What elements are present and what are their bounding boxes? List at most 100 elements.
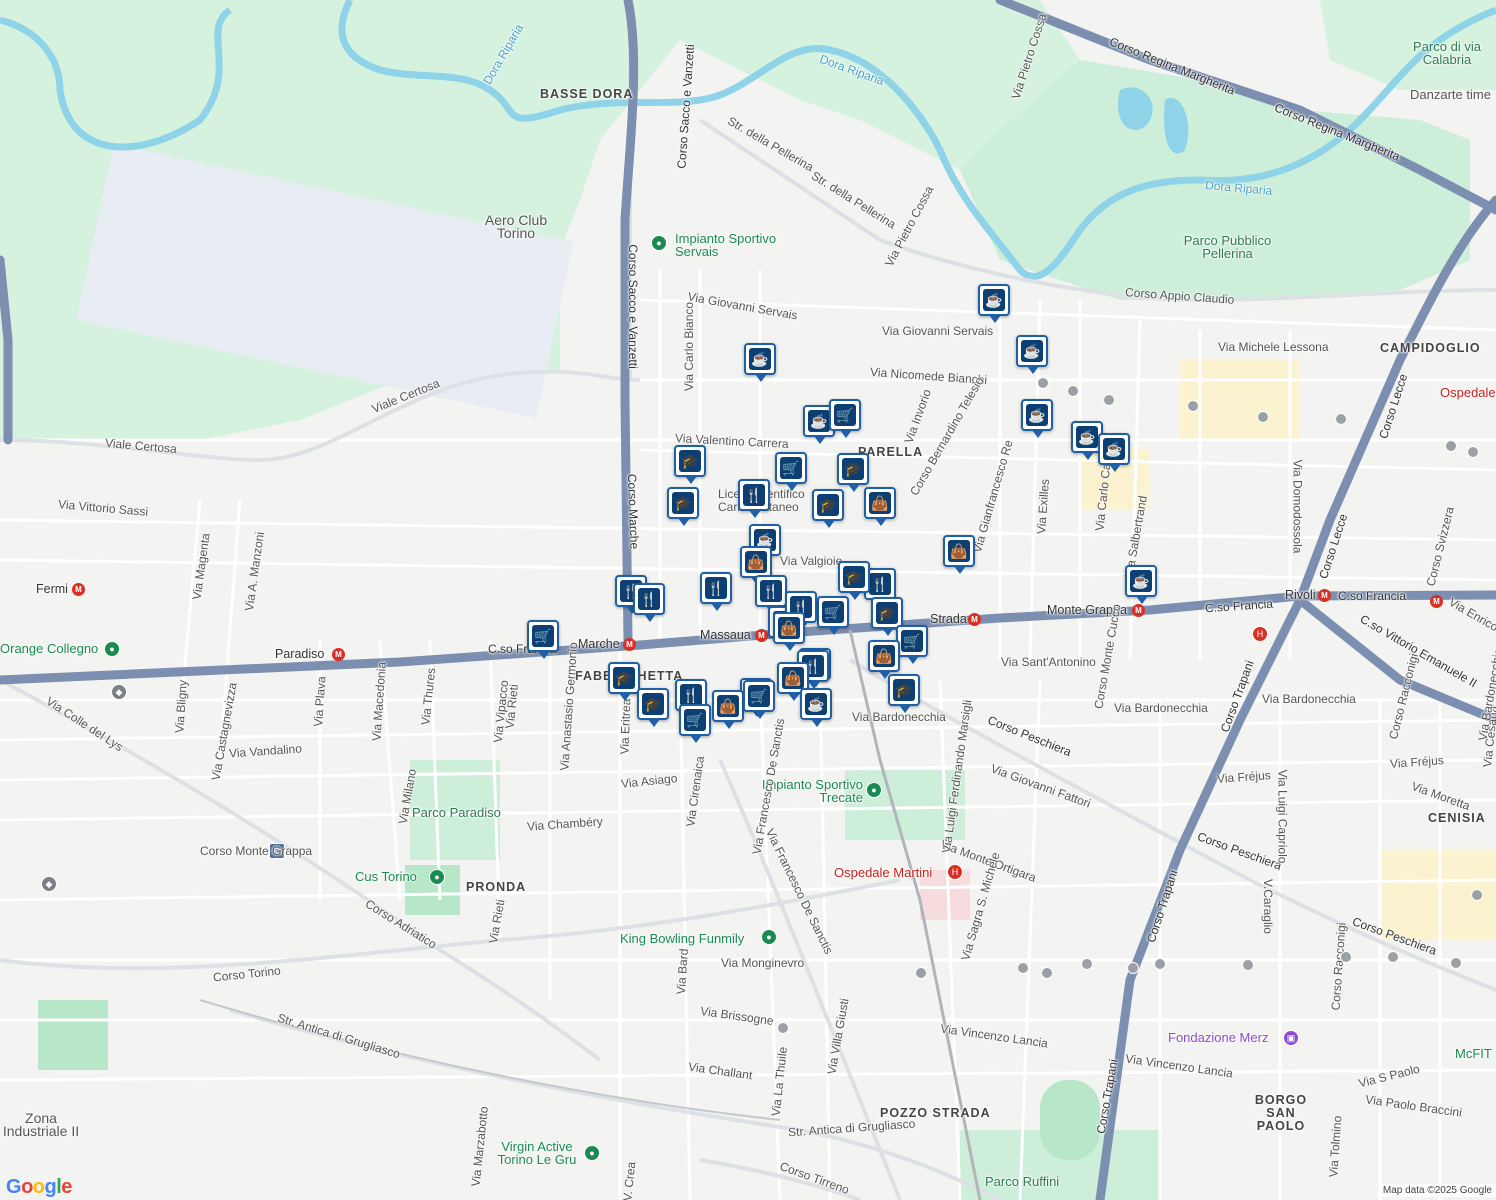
shop-marker[interactable]: 👜	[943, 535, 975, 574]
street-label: Via Domodossola	[1290, 459, 1305, 554]
shopping-cart-icon: 🛒	[834, 404, 856, 426]
metro-icon[interactable]: M	[1318, 589, 1331, 602]
school-icon[interactable]: ◆	[41, 876, 57, 892]
place-pin-icon[interactable]	[1257, 411, 1269, 423]
restaurant-marker[interactable]: 🍴	[738, 479, 770, 518]
school-marker[interactable]: 🎓	[674, 445, 706, 484]
school-marker[interactable]: 🎓	[667, 487, 699, 526]
place-pin-icon[interactable]	[1445, 440, 1457, 452]
metro-icon[interactable]: M	[1430, 595, 1443, 608]
metro-label: Fermi	[36, 582, 68, 596]
shop-marker[interactable]: 👜	[868, 640, 900, 679]
shop-marker[interactable]: 👜	[740, 546, 772, 585]
coffee-cup-icon: ☕	[805, 693, 827, 715]
grocery-marker[interactable]: 🛒	[527, 620, 559, 659]
place-pin-icon[interactable]	[1017, 962, 1029, 974]
place-pin-icon[interactable]	[1154, 958, 1166, 970]
poi-label: Virgin Active Torino Le Gru	[497, 1139, 577, 1167]
cafe-marker[interactable]: ☕	[978, 284, 1010, 323]
coffee-cup-icon: ☕	[983, 289, 1005, 311]
place-pin-icon[interactable]	[1127, 962, 1139, 974]
fork-knife-icon: 🍴	[760, 580, 782, 602]
shop-marker[interactable]: 👜	[712, 690, 744, 729]
school-marker[interactable]: 🎓	[812, 489, 844, 528]
place-pin-icon[interactable]	[1467, 446, 1479, 458]
hospital-icon[interactable]: H	[947, 864, 963, 880]
sports-icon[interactable]: ●	[429, 869, 445, 885]
place-pin-icon[interactable]	[1041, 967, 1053, 979]
street-label: Via Giovanni Servais	[882, 324, 994, 338]
place-pin-icon[interactable]	[1471, 889, 1483, 901]
metro-icon[interactable]: M	[1132, 604, 1145, 617]
shopping-bag-icon: 👜	[869, 492, 891, 514]
fork-knife-icon: 🍴	[638, 588, 660, 610]
cafe-marker[interactable]: ☕	[800, 688, 832, 727]
place-pin-icon[interactable]	[1450, 957, 1462, 969]
metro-icon[interactable]: M	[968, 613, 981, 626]
metro-label: Rivoli	[1285, 588, 1316, 602]
sports-icon[interactable]: ●	[866, 782, 882, 798]
coffee-cup-icon: ☕	[749, 348, 771, 370]
place-pin-icon[interactable]	[1103, 394, 1115, 406]
cafe-marker[interactable]: ☕	[1125, 565, 1157, 604]
shopping-cart-icon: 🛒	[780, 457, 802, 479]
street-label: Corso Sacco e Vanzetti	[625, 244, 640, 369]
school-marker[interactable]: 🎓	[637, 688, 669, 727]
grocery-marker[interactable]: 🛒	[775, 452, 807, 491]
place-pin-icon[interactable]	[777, 1022, 789, 1034]
shop-marker[interactable]: 👜	[773, 612, 805, 651]
bowling-icon[interactable]: ●	[761, 929, 777, 945]
fork-knife-icon: 🍴	[680, 684, 702, 706]
grocery-marker[interactable]: 🛒	[817, 596, 849, 635]
street-label: C.so Francia	[1338, 589, 1407, 603]
grocery-marker[interactable]: 🛒	[896, 625, 928, 664]
restaurant-marker[interactable]: 🍴	[633, 583, 665, 622]
school-marker[interactable]: 🎓	[838, 561, 870, 600]
fork-knife-icon: 🍴	[743, 484, 765, 506]
place-pin-icon[interactable]	[1081, 958, 1093, 970]
place-pin-icon[interactable]	[1187, 400, 1199, 412]
gym-icon[interactable]: ●	[584, 1145, 600, 1161]
school-marker[interactable]: 🎓	[608, 662, 640, 701]
grocery-marker[interactable]: 🛒	[679, 704, 711, 743]
sports-icon[interactable]: ●	[651, 235, 667, 251]
street-label: Via Michele Lessona	[1218, 340, 1329, 354]
graduation-cap-icon: 🎓	[613, 667, 635, 689]
zona-green	[38, 1000, 108, 1070]
cafe-marker[interactable]: ☕	[744, 343, 776, 382]
place-pin-icon[interactable]	[1242, 959, 1254, 971]
sports-icon[interactable]: ●	[104, 641, 120, 657]
park-label: Parco Paradiso	[412, 805, 501, 820]
poi-label: Fondazione Merz	[1168, 1030, 1269, 1045]
metro-icon[interactable]: M	[72, 583, 85, 596]
metro-icon[interactable]: M	[332, 648, 345, 661]
street-label: V.Caraglio	[1260, 879, 1275, 934]
coffee-cup-icon: ☕	[1021, 340, 1043, 362]
restaurant-marker[interactable]: 🍴	[700, 572, 732, 611]
cafe-marker[interactable]: ☕	[1021, 399, 1053, 438]
place-pin-icon[interactable]	[1387, 951, 1399, 963]
hospital-icon[interactable]: H	[1252, 626, 1268, 642]
school-marker[interactable]: 🎓	[888, 674, 920, 713]
shopping-cart-icon: 🛒	[901, 630, 923, 652]
coffee-cup-icon: ☕	[1103, 438, 1125, 460]
grocery-marker[interactable]: 🛒	[829, 399, 861, 438]
street-label: Via Valgioie	[780, 554, 843, 568]
cafe-marker[interactable]: ☕	[1016, 335, 1048, 374]
cafe-marker[interactable]: ☕	[1098, 433, 1130, 472]
map-canvas[interactable]: BASSE DORA PARELLA CAMPIDOGLIO FABBRICHE…	[0, 0, 1496, 1200]
museum-icon[interactable]: ▣	[1283, 1030, 1299, 1046]
shop-marker[interactable]: 👜	[864, 487, 896, 526]
place-pin-icon[interactable]	[915, 967, 927, 979]
park-label: Parco di via Calabria	[1413, 39, 1481, 67]
metro-icon[interactable]: M	[755, 629, 768, 642]
grocery-marker[interactable]: 🛒	[743, 680, 775, 719]
place-pin-icon[interactable]	[1037, 377, 1049, 389]
restaurant-marker[interactable]: 🍴	[755, 575, 787, 614]
metro-icon[interactable]: M	[623, 638, 636, 651]
school-icon[interactable]: ◆	[111, 684, 127, 700]
place-pin-icon[interactable]	[1335, 413, 1347, 425]
school-marker[interactable]: 🎓	[837, 453, 869, 492]
place-pin-icon[interactable]	[1067, 385, 1079, 397]
place-pin-icon[interactable]	[1340, 951, 1352, 963]
